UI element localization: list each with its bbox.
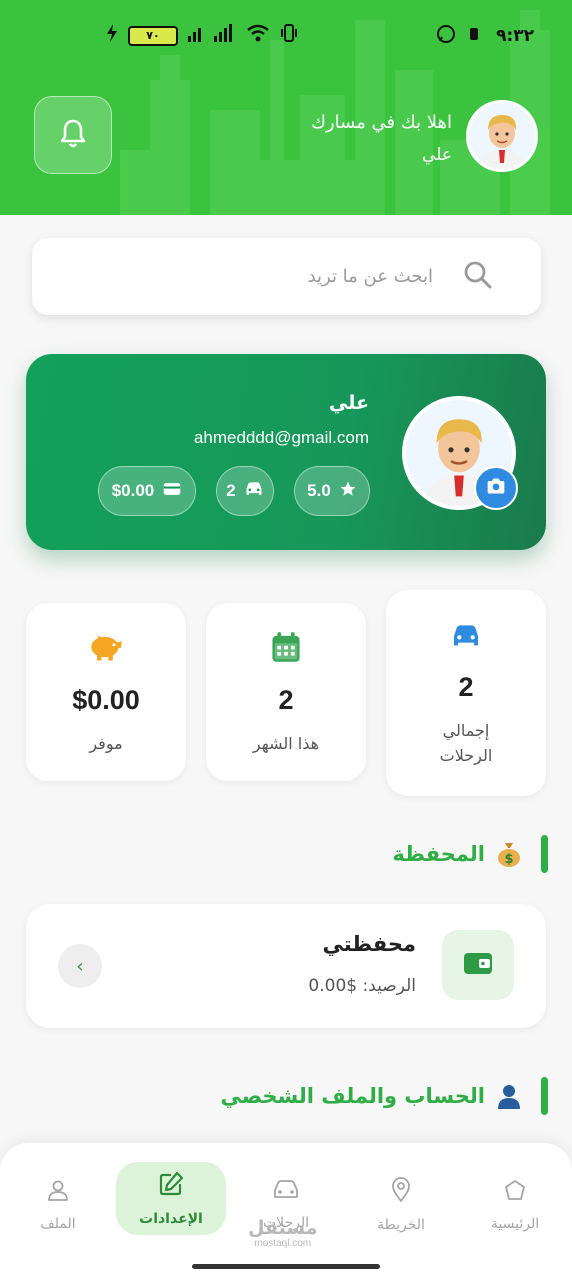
map-pin-icon	[389, 1177, 413, 1207]
calendar-icon	[271, 631, 301, 667]
wallet-card-title: محفظتي	[322, 932, 416, 956]
search-input[interactable]	[103, 266, 433, 287]
watermark: مستقل mostaql.com	[248, 1217, 318, 1249]
profile-card: علي ahmedddd@gmail.com 5.0 2 $0.00	[26, 354, 546, 550]
stat-card-this-month: 2 هذا الشهر	[206, 603, 366, 781]
wallet-open-button[interactable]: ‹	[58, 944, 102, 988]
signal-icon	[188, 24, 236, 47]
stat-card-total-trips: 2 إجمالي الرحلات	[386, 590, 546, 796]
wallet-icon	[162, 480, 182, 503]
stat-value: 2	[458, 672, 474, 702]
account-section-title: الحساب والملف الشخصي	[220, 1076, 548, 1116]
home-icon	[503, 1178, 527, 1206]
whatsapp-icon	[436, 24, 456, 49]
wallet-icon-box	[442, 930, 514, 1000]
profile-name: علي	[329, 392, 369, 414]
wallet-balance: الرصيد: $0.00	[308, 976, 416, 996]
stat-label: إجمالي الرحلات	[439, 721, 493, 765]
avatar-illustration	[469, 103, 535, 169]
piggy-bank-icon	[89, 631, 123, 667]
section-accent-bar	[541, 1077, 548, 1115]
nav-item-settings[interactable]: الإعدادات	[116, 1162, 226, 1235]
alarm-icon	[466, 24, 482, 49]
avatar[interactable]	[466, 100, 538, 172]
person-icon	[495, 1082, 523, 1110]
search-icon	[463, 260, 493, 294]
wallet-icon	[463, 950, 493, 980]
svg-text:$: $	[504, 852, 513, 867]
nav-item-map[interactable]: الخريطة	[346, 1167, 456, 1243]
user-icon	[46, 1178, 70, 1206]
stat-label: هذا الشهر	[252, 734, 320, 753]
edit-icon	[158, 1171, 184, 1201]
stat-label: موفر	[89, 734, 123, 753]
greeting-text: اهلا بك في مسارك	[311, 112, 452, 133]
user-name: علي	[422, 145, 452, 165]
status-time: ٩:٣٢	[496, 26, 534, 46]
search-bar[interactable]	[32, 238, 541, 315]
change-photo-button[interactable]	[474, 466, 518, 510]
rating-chip: 5.0	[294, 466, 370, 516]
nav-item-profile[interactable]: الملف	[3, 1167, 113, 1243]
stat-value: $0.00	[72, 685, 140, 715]
star-icon	[339, 480, 357, 503]
battery-indicator: ٧٠	[128, 25, 178, 46]
header: ٩:٣٢ ٧٠ اهلا بك في مسارك علي	[0, 0, 572, 215]
nav-item-home[interactable]: الرئيسية	[460, 1167, 570, 1243]
camera-icon	[486, 477, 506, 499]
profile-email: ahmedddd@gmail.com	[193, 428, 369, 447]
bottom-navigation: الرئيسية الخريطة الرحلات الإعدادات الملف	[0, 1143, 572, 1280]
section-accent-bar	[541, 835, 548, 873]
status-bar: ٩:٣٢ ٧٠	[0, 0, 572, 70]
stat-value: 2	[278, 685, 294, 715]
balance-chip: $0.00	[98, 466, 196, 516]
vibrate-icon	[280, 24, 298, 47]
wallet-card[interactable]: محفظتي الرصيد: $0.00 ‹	[26, 904, 546, 1028]
chevron-icon: ‹	[76, 955, 84, 977]
car-icon	[450, 622, 482, 654]
money-bag-icon: $	[495, 840, 523, 868]
trips-chip: 2	[216, 466, 274, 516]
home-indicator[interactable]	[192, 1264, 380, 1269]
stat-card-saved: $0.00 موفر	[26, 603, 186, 781]
charging-icon	[106, 24, 118, 47]
notifications-button[interactable]	[34, 96, 112, 174]
wifi-icon	[246, 24, 270, 47]
car-icon	[272, 1179, 300, 1205]
bell-icon	[58, 117, 88, 153]
car-icon	[244, 480, 264, 503]
wallet-section-title: $ المحفظة	[392, 834, 548, 874]
greeting-block: اهلا بك في مسارك علي	[311, 110, 452, 168]
